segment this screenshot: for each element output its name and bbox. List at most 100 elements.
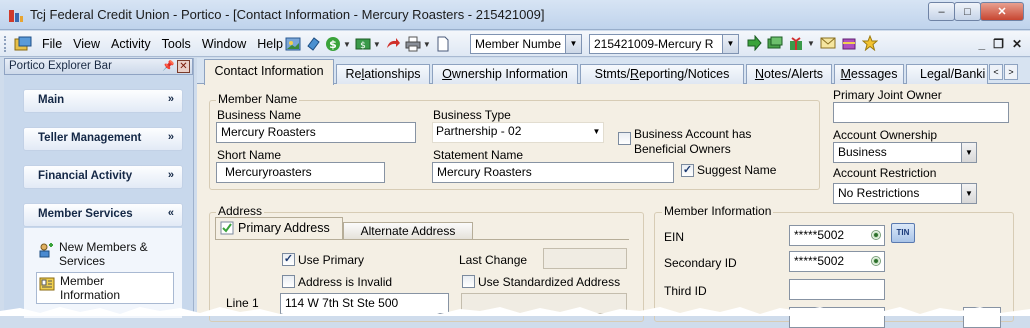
- package-icon[interactable]: [841, 35, 857, 51]
- short-name-input[interactable]: Mercuryroasters: [216, 162, 385, 183]
- window-close-button[interactable]: ✕: [980, 2, 1024, 21]
- menu-tools[interactable]: Tools: [160, 37, 193, 51]
- mdi-close-button[interactable]: ✕: [1012, 37, 1022, 51]
- tab-relationships[interactable]: Relationships: [336, 64, 430, 84]
- chevron-down-icon[interactable]: ▼: [961, 184, 976, 203]
- new-members-icon: [39, 243, 53, 258]
- chevron-down-icon[interactable]: ▼: [722, 35, 738, 53]
- window-minimize-button[interactable]: –: [928, 2, 955, 21]
- tab-scroll-left-button[interactable]: <: [989, 64, 1003, 80]
- gift-icon[interactable]: [788, 35, 804, 51]
- tab-label-post: eporting/Notices: [639, 67, 730, 81]
- tab-scroll-right-button[interactable]: >: [1004, 64, 1018, 80]
- window-maximize-button[interactable]: □: [954, 2, 981, 21]
- use-standardized-checkbox[interactable]: [462, 275, 475, 288]
- third-id-label: Third ID: [664, 284, 707, 298]
- explorer-section-teller-management[interactable]: Teller Management »: [24, 128, 182, 150]
- toolbar-grip[interactable]: [4, 36, 7, 52]
- tab-label-post: wnership Information: [451, 67, 568, 81]
- printer-icon[interactable]: [405, 36, 421, 52]
- chevron-down-icon[interactable]: »: [168, 169, 174, 181]
- explorer-header: Portico Explorer Bar 📌 ✕: [4, 58, 193, 75]
- ein-label: EIN: [664, 230, 685, 244]
- mdi-minimize-button[interactable]: _: [978, 37, 985, 51]
- search-type-select[interactable]: Member Numbe ▼: [470, 34, 582, 54]
- tab-notes-alerts[interactable]: Notes/Alerts: [746, 64, 832, 84]
- star-icon[interactable]: [861, 35, 878, 51]
- primary-joint-owner-input[interactable]: [833, 102, 1009, 123]
- window-title: Tcj Federal Credit Union - Portico - [Co…: [30, 7, 545, 22]
- menu-window[interactable]: Window: [200, 37, 248, 51]
- arrow-icon[interactable]: [385, 36, 401, 52]
- chevron-up-icon[interactable]: «: [168, 207, 174, 219]
- tab-label: Alternate Address: [360, 224, 456, 238]
- tab-stmts-reporting-notices[interactable]: Stmts/Reporting/Notices: [580, 64, 744, 84]
- cash-stack-icon[interactable]: [767, 35, 783, 51]
- tab-contact-information[interactable]: Contact Information: [204, 59, 334, 85]
- explorer-section-main[interactable]: Main »: [24, 90, 182, 112]
- mdi-restore-button[interactable]: ❐: [993, 37, 1004, 51]
- link-label-line1: Member: [60, 274, 105, 288]
- business-type-select[interactable]: Partnership - 02 ▼: [432, 122, 604, 143]
- account-ownership-select[interactable]: Business ▼: [833, 142, 977, 163]
- chevron-down-icon[interactable]: ▼: [589, 122, 604, 141]
- explorer-link-new-members[interactable]: New Members & Services: [38, 240, 148, 268]
- tab-label-pre: Stmts/: [594, 67, 631, 81]
- tab-label: Legal/Banki: [920, 67, 986, 81]
- ein-input[interactable]: *****5002: [789, 225, 885, 246]
- cash-dropdown-icon[interactable]: ▼: [373, 40, 381, 49]
- menu-activity[interactable]: Activity: [109, 37, 153, 51]
- tab-label-post: essages: [850, 67, 898, 81]
- address-legend: Address: [216, 204, 265, 218]
- tab-alternate-address[interactable]: Alternate Address: [343, 222, 473, 240]
- dollar-dropdown-icon[interactable]: ▼: [343, 40, 351, 49]
- tab-ownership-information[interactable]: Ownership Information: [432, 64, 578, 84]
- printer-dropdown-icon[interactable]: ▼: [423, 40, 431, 49]
- account-restriction-value: No Restrictions: [838, 186, 920, 200]
- portico-icon[interactable]: [14, 36, 32, 52]
- tab-legal-banking[interactable]: Legal/Banki: [906, 64, 988, 84]
- svg-text:$: $: [329, 38, 337, 51]
- third-id-input[interactable]: [789, 279, 885, 300]
- use-primary-checkbox[interactable]: ✓: [282, 253, 295, 266]
- menu-toolbar: File View Activity Tools Window Help $ ▼…: [0, 31, 1030, 57]
- chevron-down-icon[interactable]: ▼: [565, 35, 581, 53]
- reveal-eye-icon[interactable]: [871, 256, 881, 266]
- photo-icon[interactable]: [285, 36, 301, 52]
- chevron-down-icon[interactable]: »: [168, 131, 174, 143]
- tab-label-mnemonic: R: [630, 67, 640, 81]
- go-icon[interactable]: [746, 35, 762, 51]
- suggest-name-checkbox[interactable]: ✓: [681, 164, 694, 177]
- chevron-down-icon[interactable]: ▼: [961, 143, 976, 162]
- tin-verify-button[interactable]: TIN: [891, 223, 915, 243]
- coin-icon[interactable]: [305, 36, 321, 52]
- menu-help[interactable]: Help: [255, 37, 285, 51]
- pin-icon[interactable]: 📌: [162, 61, 174, 73]
- chevron-down-icon[interactable]: »: [168, 93, 174, 105]
- address-invalid-checkbox[interactable]: [282, 275, 295, 288]
- tab-label-mnemonic: M: [840, 67, 851, 81]
- tab-messages[interactable]: Messages: [834, 64, 904, 84]
- ein-value: *****5002: [794, 228, 845, 242]
- account-restriction-select[interactable]: No Restrictions ▼: [833, 183, 977, 204]
- secondary-id-input[interactable]: *****5002: [789, 251, 885, 272]
- tab-strip: Contact Information Relationships Owners…: [197, 58, 1030, 85]
- explorer-link-member-information[interactable]: Member Information: [36, 272, 174, 304]
- document-icon[interactable]: [435, 36, 451, 52]
- gift-dropdown-icon[interactable]: ▼: [807, 39, 815, 48]
- tab-primary-address[interactable]: Primary Address: [215, 217, 343, 239]
- dollar-icon[interactable]: $: [325, 36, 341, 52]
- menu-file[interactable]: File: [40, 37, 64, 51]
- explorer-section-member-services[interactable]: Member Services «: [24, 204, 182, 226]
- member-selector[interactable]: 215421009-Mercury R ▼: [589, 34, 739, 54]
- explorer-section-financial-activity[interactable]: Financial Activity »: [24, 166, 182, 188]
- beneficial-owners-checkbox[interactable]: [618, 132, 631, 145]
- statement-name-input[interactable]: Mercury Roasters: [432, 162, 674, 183]
- address-invalid-label: Address is Invalid: [298, 275, 393, 289]
- menu-view[interactable]: View: [71, 37, 102, 51]
- mail-icon[interactable]: [820, 35, 836, 51]
- explorer-close-button[interactable]: ✕: [177, 60, 190, 73]
- reveal-eye-icon[interactable]: [871, 230, 881, 240]
- business-name-input[interactable]: Mercury Roasters: [216, 122, 416, 143]
- cash-icon[interactable]: $: [355, 36, 371, 52]
